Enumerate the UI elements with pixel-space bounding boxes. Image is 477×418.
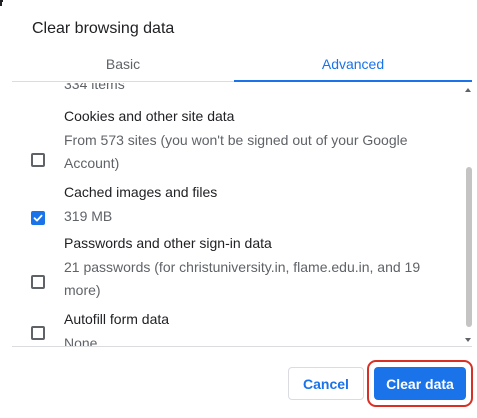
scrollbar[interactable] xyxy=(464,83,472,346)
option-label: Passwords and other sign-in data xyxy=(64,235,272,251)
corner-mark xyxy=(0,0,3,6)
tab-advanced[interactable]: Advanced xyxy=(234,49,472,82)
scroll-down-arrow-icon[interactable] xyxy=(465,338,471,342)
tab-active-indicator xyxy=(234,80,472,82)
options-scroll-area[interactable]: 334 items Cookies and other site data Fr… xyxy=(12,83,472,347)
option-detail: 21 passwords (for christuniversity.in, f… xyxy=(64,259,421,298)
option-detail: From 573 sites (you won't be signed out … xyxy=(64,132,408,171)
clear-data-button[interactable]: Clear data xyxy=(374,367,466,400)
cancel-button[interactable]: Cancel xyxy=(288,367,364,400)
autofill-checkbox[interactable] xyxy=(31,326,45,340)
tab-basic[interactable]: Basic xyxy=(12,49,234,82)
tab-bar: Basic Advanced xyxy=(12,49,472,82)
scroll-up-arrow-icon[interactable] xyxy=(465,88,471,92)
partial-item-count: 334 items xyxy=(64,83,125,92)
scrollbar-thumb[interactable] xyxy=(466,167,472,327)
clear-browsing-data-dialog: Clear browsing data Basic Advanced 334 i… xyxy=(0,0,477,418)
option-detail: None xyxy=(64,335,98,347)
option-detail: 319 MB xyxy=(64,208,113,224)
passwords-checkbox[interactable] xyxy=(31,275,45,289)
option-label: Cookies and other site data xyxy=(64,108,235,124)
cached-images-checkbox[interactable] xyxy=(31,211,45,225)
dialog-footer: Cancel Clear data xyxy=(12,347,473,407)
cookies-checkbox[interactable] xyxy=(31,153,45,167)
option-label: Autofill form data xyxy=(64,311,170,327)
check-icon xyxy=(33,214,43,222)
option-label: Cached images and files xyxy=(64,184,218,200)
dialog-title: Clear browsing data xyxy=(32,20,175,37)
